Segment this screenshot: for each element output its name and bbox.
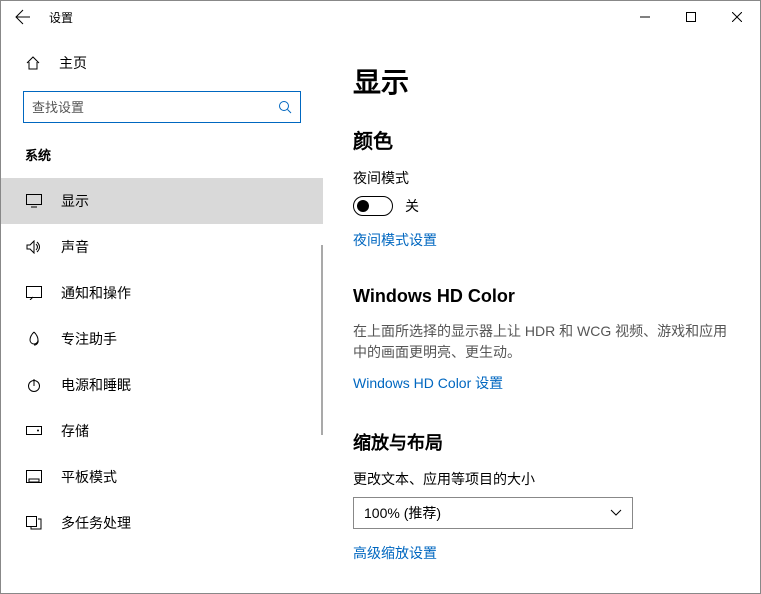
color-heading: 颜色 [353,125,730,154]
tablet-icon [25,470,43,484]
nav-label: 多任务处理 [61,513,131,533]
night-mode-toggle[interactable] [353,196,393,216]
display-icon [25,194,43,208]
nav-item-power[interactable]: 电源和睡眠 [1,362,323,408]
scale-heading: 缩放与布局 [353,429,730,455]
home-icon [25,55,41,71]
advanced-scale-link[interactable]: 高级缩放设置 [353,543,437,563]
scale-label: 更改文本、应用等项目的大小 [353,469,730,489]
scale-dropdown[interactable]: 100% (推荐) [353,497,633,529]
arrow-left-icon [15,9,31,25]
search-icon [278,100,292,114]
search-input[interactable] [23,91,301,123]
nav-label: 通知和操作 [61,283,131,303]
nav-item-tablet[interactable]: 平板模式 [1,454,323,500]
storage-icon [25,426,43,436]
search-field[interactable] [32,100,278,115]
minimize-icon [640,12,650,22]
power-icon [25,377,43,393]
nav-item-multitask[interactable]: 多任务处理 [1,500,323,546]
hd-color-description: 在上面所选择的显示器上让 HDR 和 WCG 视频、游戏和应用中的画面更明亮、更… [353,321,730,363]
page-title: 显示 [353,61,730,101]
maximize-button[interactable] [668,1,714,33]
scrollbar[interactable] [321,245,323,435]
back-button[interactable] [1,1,45,33]
window-controls [622,1,760,33]
night-mode-settings-link[interactable]: 夜间模式设置 [353,230,437,250]
nav-item-notifications[interactable]: 通知和操作 [1,270,323,316]
maximize-icon [686,12,696,22]
night-mode-label: 夜间模式 [353,168,730,188]
hd-color-settings-link[interactable]: Windows HD Color 设置 [353,373,503,393]
nav-label: 平板模式 [61,467,117,487]
close-icon [732,12,742,22]
nav-item-sound[interactable]: 声音 [1,224,323,270]
section-label: 系统 [1,123,323,178]
title-bar: 设置 [1,1,760,33]
main-panel: 显示 颜色 夜间模式 关 夜间模式设置 Windows HD Color 在上面… [323,33,760,593]
nav-label: 电源和睡眠 [61,375,131,395]
focus-icon [25,331,43,347]
nav-item-storage[interactable]: 存储 [1,408,323,454]
nav-label: 声音 [61,237,89,257]
home-label: 主页 [59,53,87,73]
multitask-icon [25,516,43,530]
nav-list: 显示 声音 通知和操作 专注助手 电源和睡眠 存储 [1,178,323,546]
notifications-icon [25,286,43,300]
nav-item-display[interactable]: 显示 [1,178,323,224]
close-button[interactable] [714,1,760,33]
nav-item-focus[interactable]: 专注助手 [1,316,323,362]
home-nav[interactable]: 主页 [1,45,323,81]
scale-value: 100% (推荐) [364,503,441,523]
nav-label: 存储 [61,421,89,441]
app-title: 设置 [49,9,73,26]
toggle-state: 关 [405,196,419,216]
sound-icon [25,240,43,254]
hd-color-heading: Windows HD Color [353,286,730,307]
sidebar: 主页 系统 显示 声音 通知和操作 [1,33,323,593]
nav-label: 专注助手 [61,329,117,349]
minimize-button[interactable] [622,1,668,33]
nav-label: 显示 [61,191,89,211]
chevron-down-icon [610,509,622,517]
